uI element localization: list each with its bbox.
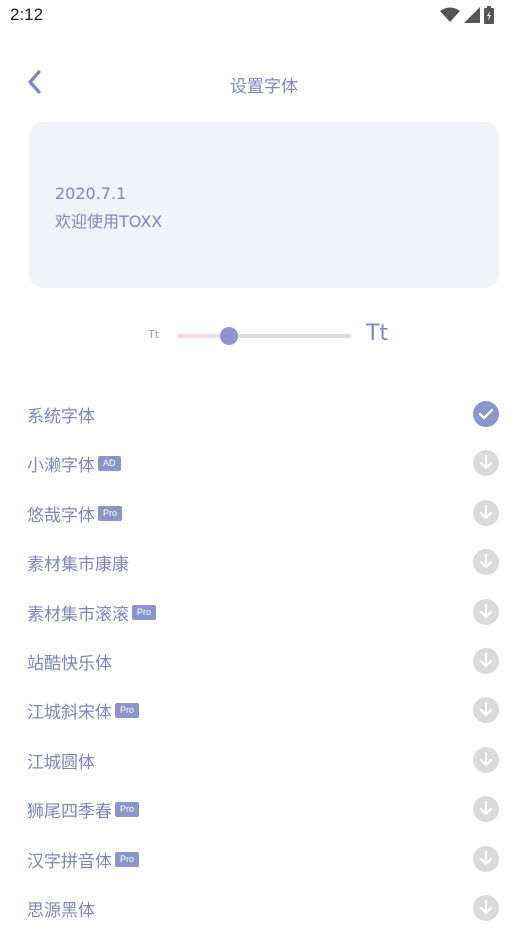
- signal-icon: [464, 7, 480, 23]
- font-name-text: 系统字体: [27, 407, 95, 427]
- download-icon: [480, 702, 492, 717]
- font-name-label: 素材集市康康: [27, 550, 129, 575]
- font-badge: Pro: [98, 505, 123, 521]
- download-icon: [480, 455, 492, 470]
- font-list-item[interactable]: 思源黑体: [0, 883, 528, 932]
- font-name-text: 思源黑体: [27, 900, 95, 921]
- font-name-text: 站酷快乐体: [27, 653, 112, 674]
- wifi-icon: [440, 7, 460, 22]
- download-button[interactable]: [473, 894, 499, 921]
- download-icon: [480, 504, 492, 519]
- font-name-text: 素材集市康康: [27, 555, 129, 576]
- font-badge: Pro: [132, 604, 157, 620]
- font-name-text: 素材集市滚滚: [27, 604, 129, 625]
- download-icon: [480, 801, 492, 816]
- download-icon: [480, 652, 492, 667]
- font-size-slider[interactable]: [177, 326, 351, 346]
- status-icons: [440, 6, 494, 24]
- font-name-text: 狮尾四季春: [27, 802, 112, 823]
- check-icon: [478, 408, 494, 420]
- font-name-label: 狮尾四季春 Pro: [27, 797, 140, 823]
- font-badge: Pro: [115, 851, 140, 867]
- selected-indicator[interactable]: [473, 401, 499, 427]
- small-size-label: Tt: [148, 328, 160, 341]
- font-name-text: 汉字拼音体: [27, 851, 112, 872]
- download-button[interactable]: [473, 746, 499, 773]
- status-bar: 2:12: [0, 0, 528, 32]
- font-preview-card: 2020.7.1 欢迎使用TOXX: [29, 122, 499, 288]
- font-list-item[interactable]: 小濑字体 AD: [0, 438, 528, 487]
- download-button[interactable]: [473, 697, 499, 724]
- preview-date: 2020.7.1: [55, 184, 127, 203]
- status-time: 2:12: [10, 5, 44, 24]
- font-name-label: 汉字拼音体 Pro: [27, 847, 140, 872]
- font-name-label: 站酷快乐体: [27, 649, 112, 674]
- page-title: 设置字体: [230, 77, 298, 97]
- font-badge: Pro: [115, 802, 140, 818]
- font-list-item[interactable]: 系统字体: [0, 389, 528, 438]
- slider-thumb[interactable]: [220, 327, 239, 345]
- font-name-label: 小濑字体 AD: [27, 451, 121, 476]
- download-icon: [480, 899, 492, 914]
- font-name-text: 悠哉字体: [27, 505, 95, 526]
- font-list-item[interactable]: 狮尾四季春 Pro: [0, 784, 528, 833]
- font-name-text: 小濑字体: [27, 456, 95, 477]
- download-icon: [480, 850, 492, 865]
- download-button[interactable]: [473, 845, 499, 872]
- font-name-label: 悠哉字体 Pro: [27, 501, 123, 526]
- font-list-item[interactable]: 悠哉字体 Pro: [0, 488, 528, 537]
- font-list-item[interactable]: 站酷快乐体: [0, 636, 528, 685]
- download-icon: [480, 751, 492, 766]
- font-list-item[interactable]: 素材集市康康: [0, 537, 528, 586]
- font-name-label: 素材集市滚滚 Pro: [27, 600, 157, 625]
- font-name-label: 江城圆体: [27, 748, 95, 773]
- header: 设置字体: [0, 60, 528, 104]
- download-button[interactable]: [473, 647, 499, 674]
- font-name-label: 思源黑体: [27, 896, 95, 921]
- download-button[interactable]: [473, 450, 499, 477]
- font-name-text: 江城圆体: [27, 752, 95, 773]
- font-name-label: 江城斜宋体 Pro: [27, 698, 140, 724]
- download-icon: [480, 603, 492, 618]
- font-size-control: Tt Tt: [0, 316, 528, 356]
- download-button[interactable]: [473, 499, 499, 526]
- font-list-item[interactable]: 素材集市滚滚 Pro: [0, 587, 528, 636]
- font-list: 系统字体 小濑字体 AD 悠哉字体 Pro 素材集市康康 素材集市滚滚 Pro 站酷快乐体 江城斜…: [0, 389, 528, 932]
- font-list-item[interactable]: 汉字拼音体 Pro: [0, 834, 528, 883]
- font-badge: Pro: [115, 703, 140, 719]
- large-size-label: Tt: [366, 321, 389, 346]
- font-name-text: 江城斜宋体: [27, 703, 112, 724]
- download-button[interactable]: [473, 549, 499, 576]
- battery-icon: [484, 6, 494, 24]
- download-button[interactable]: [473, 796, 499, 823]
- download-icon: [480, 554, 492, 569]
- font-badge: AD: [98, 456, 121, 472]
- font-list-item[interactable]: 江城圆体: [0, 735, 528, 784]
- font-name-label: 系统字体: [27, 402, 95, 427]
- font-list-item[interactable]: 江城斜宋体 Pro: [0, 685, 528, 734]
- preview-text: 欢迎使用TOXX: [55, 212, 163, 231]
- download-button[interactable]: [473, 598, 499, 625]
